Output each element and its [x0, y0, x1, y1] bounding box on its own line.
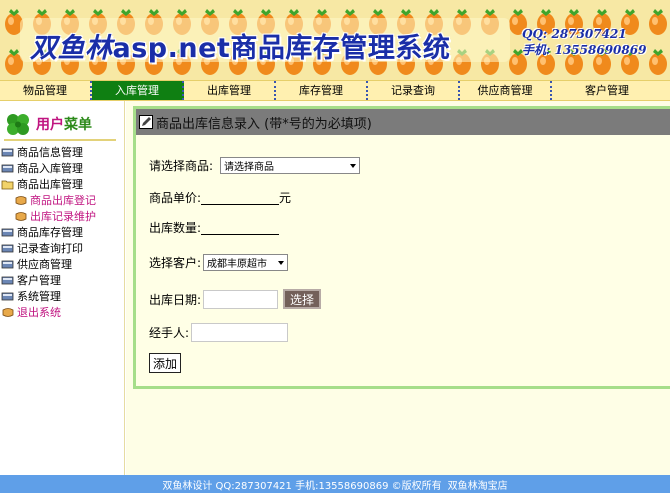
- sidebar-item-label: 商品库存管理: [17, 226, 83, 239]
- book-icon: [1, 163, 15, 174]
- sidebar-item-stock-out[interactable]: 商品出库管理: [0, 176, 125, 192]
- chevron-down-icon: [350, 163, 357, 168]
- date-picker-button[interactable]: 选择: [283, 289, 322, 309]
- product-label: 请选择商品:: [149, 159, 214, 173]
- banner-qq: QQ: 287307421: [522, 27, 627, 41]
- banner-phone: 手机: 13558690869: [522, 43, 647, 57]
- top-nav: 物品管理 入库管理 出库管理 库存管理 记录查询 供应商管理 客户管理: [0, 80, 670, 101]
- sidebar-item-label: 商品入库管理: [17, 162, 83, 175]
- sidebar-item-label: 商品信息管理: [17, 146, 83, 159]
- sidebar-title-menu: 菜单: [64, 117, 92, 133]
- sidebar-divider: [4, 139, 116, 141]
- scroll-icon: [14, 195, 28, 206]
- submit-row: 添加: [149, 353, 182, 373]
- book-icon: [1, 275, 15, 286]
- customer-select[interactable]: 成都丰原超市: [203, 254, 289, 271]
- open-folder-icon: [1, 179, 15, 190]
- quantity-row: 出库数量:: [149, 219, 280, 236]
- sidebar-item-stock-in[interactable]: 商品入库管理: [0, 160, 125, 176]
- customer-select-value: 成都丰原超市: [207, 259, 268, 270]
- sidebar-item-inventory[interactable]: 商品库存管理: [0, 224, 125, 240]
- nav-item-goods[interactable]: 物品管理: [0, 81, 92, 100]
- product-select-value: 请选择商品: [224, 162, 275, 173]
- clover-icon: [4, 111, 32, 137]
- nav-item-inventory[interactable]: 库存管理: [276, 81, 368, 100]
- sidebar-item-suppliers[interactable]: 供应商管理: [0, 256, 125, 272]
- sidebar-item-stock-out-register[interactable]: 商品出库登记: [0, 192, 125, 208]
- nav-item-suppliers[interactable]: 供应商管理: [460, 81, 552, 100]
- sidebar-item-record-print[interactable]: 记录查询打印: [0, 240, 125, 256]
- footer: 双鱼林设计 QQ:287307421 手机:13558690869 ©版权所有 …: [0, 475, 670, 493]
- book-icon: [1, 243, 15, 254]
- quantity-label: 出库数量:: [149, 221, 202, 235]
- price-label: 商品单价:: [149, 191, 202, 205]
- nav-item-stock-out[interactable]: 出库管理: [184, 81, 276, 100]
- customer-label: 选择客户:: [149, 256, 202, 270]
- app-title: 双鱼林asp.net商品库存管理系统: [30, 26, 450, 65]
- sidebar-item-label: 出库记录维护: [30, 210, 96, 223]
- sidebar-item-label: 系统管理: [17, 290, 61, 303]
- sidebar-item-customers[interactable]: 客户管理: [0, 272, 125, 288]
- book-icon: [1, 291, 15, 302]
- sidebar-title-user: 用户: [36, 117, 64, 133]
- main-content: 商品出库信息录入 (带*号的为必填项) 请选择商品: 请选择商品 商品单价: 元…: [126, 101, 670, 475]
- customer-row: 选择客户: 成都丰原超市: [149, 254, 289, 271]
- nav-item-stock-in[interactable]: 入库管理: [92, 81, 184, 100]
- chevron-down-icon: [278, 260, 285, 265]
- book-icon: [1, 147, 15, 158]
- scroll-icon: [1, 307, 15, 318]
- sidebar-item-label: 商品出库管理: [17, 178, 83, 191]
- system-name: asp.net商品库存管理系统: [112, 33, 451, 64]
- nav-item-customers[interactable]: 客户管理: [552, 81, 662, 100]
- edit-icon: [139, 115, 153, 129]
- banner-contact: QQ: 287307421 手机: 13558690869: [522, 26, 646, 58]
- book-icon: [1, 227, 15, 238]
- sidebar-menu: 商品信息管理 商品入库管理 商品出库管理 商品出库登记 出库记录维护 商品库存管…: [0, 144, 125, 320]
- date-label: 出库日期:: [149, 292, 202, 307]
- sidebar-item-label: 退出系统: [17, 306, 61, 319]
- footer-shop-link[interactable]: 双鱼林淘宝店: [448, 477, 508, 492]
- footer-copyright: 双鱼林设计 QQ:287307421 手机:13558690869 ©版权所有: [162, 480, 442, 492]
- add-button[interactable]: 添加: [149, 353, 182, 373]
- sidebar-item-system[interactable]: 系统管理: [0, 288, 125, 304]
- sidebar-item-logout[interactable]: 退出系统: [0, 304, 125, 320]
- sidebar-header: 用户菜单: [4, 111, 92, 137]
- sidebar-item-stock-out-records[interactable]: 出库记录维护: [0, 208, 125, 224]
- sidebar: 用户菜单 商品信息管理 商品入库管理 商品出库管理 商品出库登记 出库记录维护 …: [0, 101, 125, 475]
- book-icon: [1, 259, 15, 270]
- handler-label: 经手人:: [149, 326, 190, 340]
- panel-header: 商品出库信息录入 (带*号的为必填项): [136, 109, 670, 135]
- quantity-input[interactable]: [201, 220, 280, 235]
- sidebar-title: 用户菜单: [36, 114, 92, 134]
- handler-row: 经手人:: [149, 323, 289, 342]
- stock-out-form-panel: 商品出库信息录入 (带*号的为必填项) 请选择商品: 请选择商品 商品单价: 元…: [133, 106, 670, 389]
- price-unit: 元: [279, 191, 292, 205]
- panel-title: 商品出库信息录入 (带*号的为必填项): [156, 116, 372, 132]
- brand-name: 双鱼林: [30, 33, 113, 64]
- product-row: 请选择商品: 请选择商品: [149, 157, 361, 174]
- nav-item-records[interactable]: 记录查询: [368, 81, 460, 100]
- product-select[interactable]: 请选择商品: [220, 157, 361, 174]
- handler-input[interactable]: [191, 323, 289, 342]
- sidebar-item-goods-info[interactable]: 商品信息管理: [0, 144, 125, 160]
- scroll-icon: [14, 211, 28, 222]
- sidebar-item-label: 记录查询打印: [17, 242, 83, 255]
- sidebar-item-label: 客户管理: [17, 274, 61, 287]
- price-row: 商品单价: 元: [149, 189, 291, 206]
- price-input[interactable]: [201, 190, 280, 205]
- header-banner: 双鱼林asp.net商品库存管理系统 QQ: 287307421 手机: 135…: [0, 0, 670, 80]
- date-row: 出库日期: 选择: [149, 289, 322, 309]
- sidebar-item-label: 商品出库登记: [30, 194, 96, 207]
- date-input[interactable]: [203, 289, 279, 309]
- sidebar-item-label: 供应商管理: [17, 258, 72, 271]
